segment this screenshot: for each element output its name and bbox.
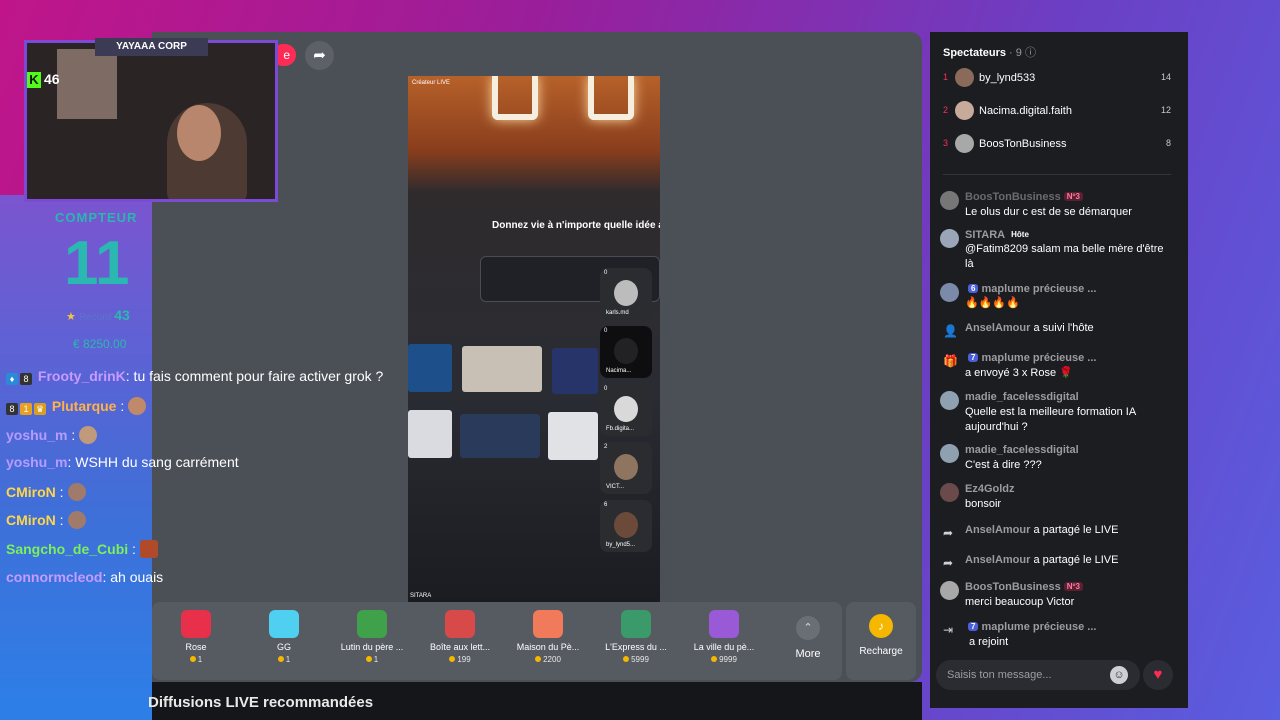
avatar [955,68,974,87]
webcam-face [177,105,221,161]
video-thumbnail [408,344,452,392]
emote-icon [128,397,147,415]
town-gift-icon [709,610,739,638]
share-icon: ➦ [943,526,954,540]
share-icon: ➦ [943,556,954,570]
guest-avatar [614,280,638,306]
recommended-lives-heading: Diffusions LIVE recommandées [148,694,374,711]
video-thumbnail [548,412,598,460]
emote-icon [79,426,98,444]
viewer-row[interactable]: 1 by_lynd533 14 [943,68,1171,88]
badge-icon: 8 [20,373,32,385]
gift-item[interactable]: Lutin du père ... 1 [328,602,416,680]
guest-tile[interactable]: 0 Fb.digita... [600,384,652,436]
avatar [940,191,959,210]
video-heading: Donnez vie à n'importe quelle idée avec … [492,220,660,231]
guest-tile[interactable]: 0 karls.md [600,268,652,320]
chevron-up-icon: ⌃ [796,616,820,640]
avatar [940,483,959,502]
badge-icon: 1 [20,403,32,415]
chat-line: Sangcho_de_Cubi : [6,540,158,558]
gift-item[interactable]: GG 1 [240,602,328,680]
chat-line: connormcleod: ah ouais [6,569,164,585]
share-button[interactable]: ➦ [305,41,334,70]
join-icon: ⇥ [943,623,954,637]
badge-icon: ♛ [34,403,46,415]
avatar [940,444,959,463]
emote-icon [67,483,86,501]
avatar [940,391,959,410]
kick-viewer-count: K 46 [27,71,60,88]
avatar [940,581,959,600]
emoji-icon[interactable]: ☺ [1110,666,1128,684]
badge-icon: ♦ [6,373,18,385]
clock-digit [492,76,538,120]
guest-avatar [614,338,638,364]
coin-icon: ♪ [869,614,893,638]
gift-bar: Rose 1 GG 1 Lutin du père ... 1 Boîte au… [152,602,842,680]
badge-icon: 8 [6,403,18,415]
viewer-row[interactable]: 2 Nacima.digital.faith 12 [943,101,1171,121]
chat-line: yoshu_m : [6,426,98,444]
chat-line: CMiroN : [6,483,86,501]
rose-gift-icon [181,610,211,638]
gift-item[interactable]: Boîte aux lett... 199 [416,602,504,680]
guest-avatar [614,454,638,480]
gift-icon: 🎁 [943,354,958,368]
gg-gift-icon [269,610,299,638]
star-icon: ★ [66,311,76,323]
house-gift-icon [533,610,563,638]
video-thumbnail [462,346,542,392]
guest-tile[interactable]: 2 VICT... [600,442,652,494]
guest-tile[interactable]: 6 by_lynd5... [600,500,652,552]
avatar [955,101,974,120]
streamer-tag: YAYAAA CORP [95,38,208,56]
viewers-header: Spectateurs · 9 ⓘ [943,47,1036,59]
live-video[interactable]: Créateur LIVE Donnez vie à n'importe que… [408,76,660,602]
host-label: SITARA [410,593,432,599]
share-arrow-icon: ➦ [313,47,326,64]
webcam-background-window [57,49,117,119]
emote-icon [67,511,86,529]
video-top-label: Créateur LIVE [412,80,451,86]
counter-value: 11 [64,229,130,298]
recharge-button[interactable]: ♪ Recharge [846,602,916,680]
avatar [940,283,959,302]
guest-avatar [614,396,638,422]
clock-digit [588,76,634,120]
chat-line: ♦ 8 Frooty_drinK: tu fais comment pour fa… [6,368,383,385]
avatar [940,229,959,248]
counter-label: COMPTEUR [55,210,138,225]
avatar [955,134,974,153]
kick-logo-icon: K [27,72,41,88]
viewer-row[interactable]: 3 BoosTonBusiness 8 [943,134,1171,154]
video-thumbnail [552,348,598,394]
gift-item[interactable]: L'Express du ... 5999 [592,602,680,680]
guest-tile[interactable]: 0 Nacima... [600,326,652,378]
gift-item[interactable]: La ville du pè... 9999 [680,602,768,680]
recharge-label: Recharge [859,646,903,657]
video-thumbnail [460,414,540,458]
chat-line: CMiroN : [6,511,86,529]
gift-item[interactable]: Maison du Pè... 2200 [504,602,592,680]
video-thumbnail [408,410,452,458]
webcam-overlay [24,40,278,202]
guest-avatar [614,512,638,538]
chat-line: yoshu_m: WSHH du sang carrément [6,454,239,470]
money-total: € 8250.00 [73,337,127,351]
more-gifts-button[interactable]: ⌃ More [778,602,838,680]
divider [943,174,1171,175]
gift-item[interactable]: Rose 1 [152,602,240,680]
mailbox-gift-icon [445,610,475,638]
follow-icon: 👤 [943,324,958,338]
elf-gift-icon [357,610,387,638]
info-icon[interactable]: ⓘ [1025,47,1036,59]
chat-line: 8 1 ♛ Plutarque : [6,397,147,415]
record: ★ Record 43 [66,307,130,323]
train-gift-icon [621,610,651,638]
emote-icon [139,540,158,558]
heart-button[interactable]: ♥ [1143,660,1173,690]
